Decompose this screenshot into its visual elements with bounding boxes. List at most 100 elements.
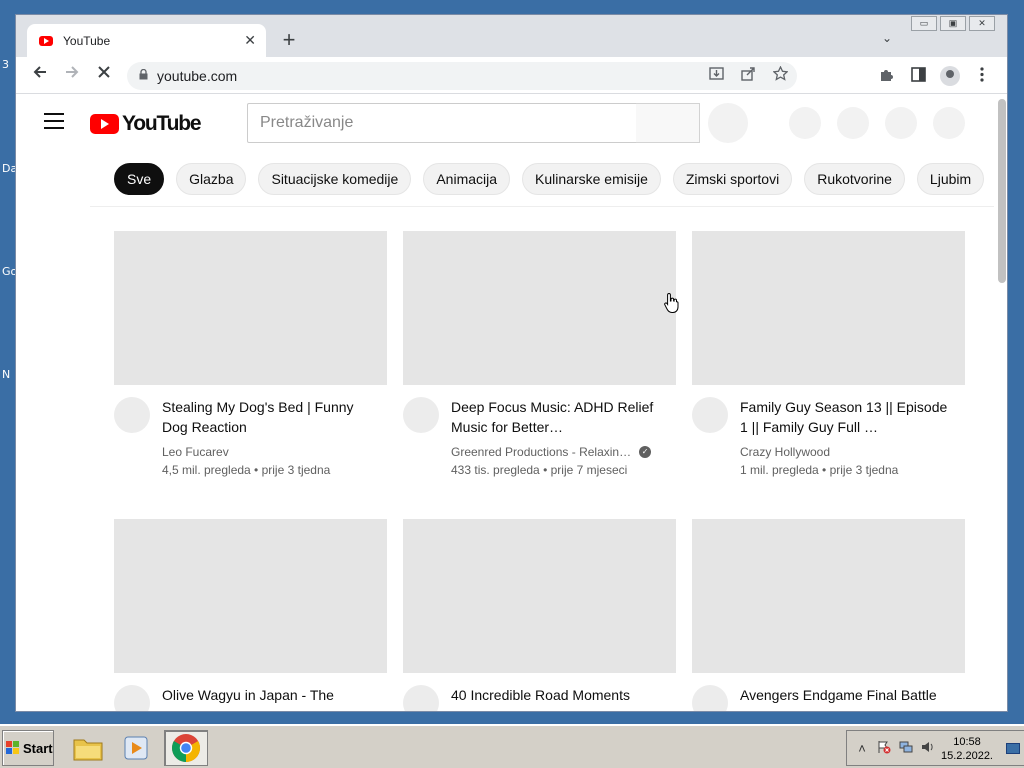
video-thumbnail[interactable]: [403, 231, 676, 385]
video-card[interactable]: 40 Incredible Road Moments: [403, 519, 676, 711]
tab-youtube[interactable]: YouTube ✕: [27, 24, 266, 57]
minimize-button[interactable]: ▭: [911, 16, 937, 31]
chrome-taskbar-icon[interactable]: [164, 730, 208, 766]
video-title[interactable]: Deep Focus Music: ADHD Relief Music for …: [451, 397, 661, 437]
stop-loading-icon[interactable]: [93, 64, 115, 86]
maximize-button[interactable]: ▣: [940, 16, 966, 31]
tab-strip: YouTube ✕ + ⌄ ▭ ▣ ✕: [16, 15, 1007, 57]
page-scrollbar[interactable]: [994, 95, 1007, 711]
channel-avatar[interactable]: [403, 397, 439, 433]
chip-sve[interactable]: Sve: [114, 162, 165, 195]
media-player-taskbar-icon[interactable]: [114, 730, 158, 766]
kebab-menu-icon[interactable]: [972, 66, 992, 86]
video-title[interactable]: Family Guy Season 13 || Episode 1 || Fam…: [740, 397, 950, 437]
view-count: 433 tis. pregleda: [451, 463, 540, 477]
header-icon-placeholder[interactable]: [885, 107, 917, 139]
channel-name[interactable]: Leo Fucarev: [162, 443, 387, 461]
youtube-logo[interactable]: YouTube: [90, 112, 202, 136]
new-tab-button[interactable]: +: [279, 29, 299, 51]
video-card[interactable]: Family Guy Season 13 || Episode 1 || Fam…: [692, 231, 965, 479]
clock-date: 15.2.2022.: [941, 750, 993, 762]
youtube-favicon-icon: [39, 35, 53, 46]
file-explorer-taskbar-icon[interactable]: [66, 730, 110, 766]
video-title[interactable]: Olive Wagyu in Japan - The: [162, 685, 372, 705]
video-card[interactable]: Stealing My Dog's Bed | Funny Dog Reacti…: [114, 231, 387, 479]
youtube-wordmark: YouTube: [122, 112, 202, 135]
hamburger-menu-icon[interactable]: [44, 113, 64, 129]
video-stats: 433 tis. pregleda • prije 7 mjeseci: [451, 463, 628, 477]
video-title[interactable]: Stealing My Dog's Bed | Funny Dog Reacti…: [162, 397, 372, 437]
channel-name-text: Crazy Hollywood: [740, 445, 831, 459]
channel-avatar[interactable]: [114, 397, 150, 433]
upload-age: prije 7 mjeseci: [550, 463, 628, 477]
video-title[interactable]: 40 Incredible Road Moments: [451, 685, 661, 705]
hand-cursor-icon: [664, 292, 679, 313]
video-thumbnail[interactable]: [692, 519, 965, 673]
chip-rukotvorine[interactable]: Rukotvorine: [804, 162, 905, 195]
upload-age: prije 3 tjedna: [829, 463, 899, 477]
window-controls: ▭ ▣ ✕: [911, 16, 995, 31]
chip-animacija[interactable]: Animacija: [423, 162, 511, 195]
forward-arrow-icon[interactable]: [61, 64, 83, 86]
video-stats: 1 mil. pregleda • prije 3 tjedna: [740, 463, 899, 477]
desktop-icon-label: N: [2, 368, 11, 381]
action-center-flag-icon[interactable]: [873, 740, 895, 757]
search-input[interactable]: [247, 103, 637, 143]
address-bar[interactable]: youtube.com: [127, 62, 797, 90]
channel-avatar[interactable]: [114, 685, 150, 711]
channel-avatar[interactable]: [403, 685, 439, 711]
volume-icon[interactable]: [917, 740, 939, 757]
desktop-icon-label: 3: [2, 58, 9, 71]
browser-window: YouTube ✕ + ⌄ ▭ ▣ ✕ youtube.com YouTube …: [15, 14, 1008, 712]
clock[interactable]: 10:58 15.2.2022.: [939, 735, 995, 763]
video-thumbnail[interactable]: [114, 231, 387, 385]
header-icon-placeholder[interactable]: [789, 107, 821, 139]
video-card[interactable]: Avengers Endgame Final Battle: [692, 519, 965, 711]
start-button[interactable]: Start: [2, 730, 54, 766]
show-desktop-icon[interactable]: [1006, 743, 1020, 754]
chip-ljubim[interactable]: Ljubim: [916, 162, 985, 195]
taskbar: Start ˄ 10:58 15.2.2022.: [0, 724, 1024, 768]
youtube-play-icon: [90, 114, 119, 134]
browser-toolbar: youtube.com: [16, 57, 1007, 94]
video-card[interactable]: Olive Wagyu in Japan - The: [114, 519, 387, 711]
header-icon-placeholder[interactable]: [837, 107, 869, 139]
bookmark-star-icon[interactable]: [771, 65, 789, 84]
view-count: 4,5 mil. pregleda: [162, 463, 251, 477]
video-title[interactable]: Avengers Endgame Final Battle: [740, 685, 950, 705]
profile-avatar-icon[interactable]: [940, 66, 960, 86]
chip-zimski-sportovi[interactable]: Zimski sportovi: [672, 162, 793, 195]
video-card[interactable]: Deep Focus Music: ADHD Relief Music for …: [403, 231, 676, 479]
extensions-puzzle-icon[interactable]: [876, 67, 896, 86]
url-text: youtube.com: [157, 68, 238, 84]
channel-name[interactable]: Greenred Productions - Relaxin… ✓: [451, 443, 676, 461]
scrollbar-thumb[interactable]: [998, 99, 1006, 283]
tab-search-chevron-icon[interactable]: ⌄: [882, 31, 892, 45]
back-arrow-icon[interactable]: [29, 64, 51, 86]
video-thumbnail[interactable]: [403, 519, 676, 673]
start-label: Start: [23, 740, 53, 756]
channel-name[interactable]: Crazy Hollywood: [740, 443, 965, 461]
header-icon-placeholder[interactable]: [933, 107, 965, 139]
network-icon[interactable]: [895, 740, 917, 757]
category-chips-bar: Sve Glazba Situacijske komedije Animacij…: [90, 151, 994, 207]
share-icon[interactable]: [739, 66, 757, 84]
view-count: 1 mil. pregleda: [740, 463, 819, 477]
video-thumbnail[interactable]: [692, 231, 965, 385]
install-app-icon[interactable]: [707, 66, 725, 84]
tray-expand-icon[interactable]: ˄: [851, 741, 873, 756]
tab-close-icon[interactable]: ✕: [244, 32, 256, 49]
voice-search-placeholder[interactable]: [708, 103, 748, 143]
lock-icon[interactable]: [139, 68, 148, 83]
search-button[interactable]: [636, 103, 700, 143]
channel-avatar[interactable]: [692, 397, 728, 433]
tab-title: YouTube: [63, 33, 111, 48]
windows-flag-icon: [6, 741, 19, 754]
side-panel-icon[interactable]: [908, 66, 928, 86]
chip-kulinarske-emisije[interactable]: Kulinarske emisije: [522, 162, 661, 195]
chip-glazba[interactable]: Glazba: [176, 162, 247, 195]
chip-situacijske-komedije[interactable]: Situacijske komedije: [258, 162, 412, 195]
video-thumbnail[interactable]: [114, 519, 387, 673]
close-window-button[interactable]: ✕: [969, 16, 995, 31]
channel-avatar[interactable]: [692, 685, 728, 711]
